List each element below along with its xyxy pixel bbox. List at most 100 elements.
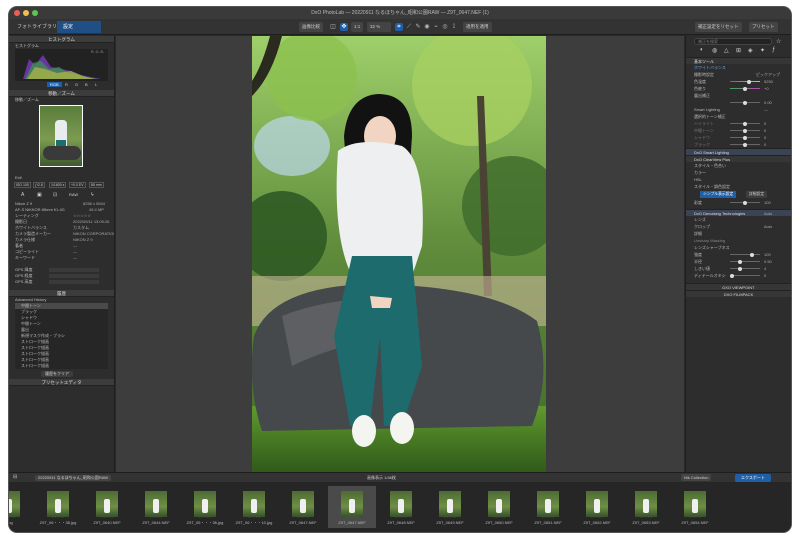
filter-icon[interactable]: ⊟: [13, 474, 17, 480]
preset-editor-header[interactable]: プリセットエディタ: [9, 379, 114, 386]
histo-tab-g[interactable]: G: [75, 82, 78, 87]
star-icon[interactable]: ☆: [776, 38, 781, 45]
smart-lighting-header[interactable]: DxO Smart Lighting: [686, 148, 791, 155]
clear-history-button[interactable]: 履歴をクリア: [41, 371, 73, 377]
histo-tab-r[interactable]: R: [65, 82, 68, 87]
temperature-slider[interactable]: [730, 79, 760, 84]
thumbnail-rating[interactable]: ☆☆☆☆☆: [573, 515, 621, 519]
temperature-value[interactable]: 5250: [764, 78, 773, 85]
film-thumbnail[interactable]: ☆☆☆☆☆ Z9T_0651.NEF: [524, 486, 572, 528]
straighten-icon[interactable]: ⟋: [405, 23, 413, 31]
tone-value[interactable]: 0: [764, 127, 766, 134]
fx-tab-icon[interactable]: ƒ: [772, 47, 775, 53]
thumbnail-rating[interactable]: ☆☆☆☆☆: [524, 515, 572, 519]
reset-settings-button[interactable]: 補正設定をリセット: [695, 22, 742, 32]
sharpness-value[interactable]: 100: [764, 251, 771, 258]
saturation-value[interactable]: 100: [764, 199, 771, 206]
split-view-icon[interactable]: ◫: [329, 23, 337, 31]
local-adjust-icon[interactable]: ◉: [423, 23, 431, 31]
film-thumbnail[interactable]: ☆☆☆☆☆ Z9T_0647.NEF: [279, 486, 327, 528]
lens-header[interactable]: レンズ: [686, 216, 791, 223]
tone-value[interactable]: 0: [764, 134, 766, 141]
crop-tool-icon[interactable]: ⌗: [395, 23, 403, 31]
film-thumbnail[interactable]: ☆☆☆☆☆ Z9T_0652.NEF: [573, 486, 621, 528]
sharpness-slider[interactable]: [730, 259, 760, 264]
light-tab-icon[interactable]: ◐: [700, 47, 704, 53]
histo-tab-b[interactable]: B: [85, 82, 88, 87]
histo-tab-l[interactable]: L: [95, 82, 97, 87]
clearview-header[interactable]: DxO ClearView Plus: [686, 155, 791, 162]
filmlook-header[interactable]: スタイル・調色設定: [686, 183, 791, 190]
film-thumbnail[interactable]: ☆☆☆☆☆ Z9T_0653.NEF: [622, 486, 670, 528]
eyedropper-icon[interactable]: ⟟: [450, 23, 458, 31]
simple-mode-button[interactable]: シンプル表示設定: [700, 191, 737, 198]
effects-tab-icon[interactable]: ✦: [760, 47, 765, 54]
film-thumbnail[interactable]: ☆☆☆☆☆ Z9T_0654.NEF: [671, 486, 719, 528]
gps-field[interactable]: [49, 274, 99, 278]
folder-selector[interactable]: 20220911 なるほちゃん_昭和公園RAW: [35, 475, 112, 481]
color-tab-icon[interactable]: ◍: [712, 47, 717, 54]
fit-button[interactable]: 1:1: [351, 22, 364, 32]
film-thumbnail[interactable]: ☆☆☆☆☆ Z9T_0644.NEF: [132, 486, 180, 528]
tool-search-input[interactable]: [694, 38, 772, 45]
unsharp-header[interactable]: Unsharp Masking: [686, 237, 791, 244]
thumbnail-rating[interactable]: ☆☆☆☆☆: [622, 515, 670, 519]
navigator-panel-header[interactable]: 移動／ズーム: [9, 90, 114, 97]
thumbnail-rating[interactable]: ☆☆☆☆☆: [671, 515, 719, 519]
tone-slider[interactable]: [730, 142, 760, 147]
zoom-window-button[interactable]: [32, 10, 38, 16]
film-thumbnail[interactable]: ☆☆☆☆☆ Z9T_0640.NEF: [83, 486, 131, 528]
thumbnail-rating[interactable]: ☆☆☆☆☆: [377, 515, 425, 519]
move-tool-icon[interactable]: ✥: [340, 23, 348, 31]
thumbnail-rating[interactable]: ☆☆☆☆☆: [328, 515, 376, 519]
gps-field[interactable]: [49, 268, 99, 272]
gps-field[interactable]: [49, 280, 99, 284]
repair-icon[interactable]: ✎: [414, 23, 422, 31]
white-balance-header[interactable]: ホワイトバランス: [686, 64, 791, 71]
sharpness-value[interactable]: 4: [764, 265, 766, 272]
thumbnail-rating[interactable]: ☆☆☆☆☆: [279, 515, 327, 519]
tint-value[interactable]: +0: [764, 85, 769, 92]
thumbnail-rating[interactable]: ☆☆☆☆☆: [9, 515, 33, 519]
image-viewer[interactable]: [116, 36, 684, 472]
presets-button[interactable]: プリセット: [749, 22, 778, 32]
exposure-value[interactable]: 0.00: [764, 99, 772, 106]
eye-icon[interactable]: ◎: [441, 23, 449, 31]
detail-tab-icon[interactable]: △: [724, 47, 729, 54]
film-thumbnail[interactable]: ☆☆☆☆☆ Z9T_06・・・38.jpg: [34, 486, 82, 528]
saturation-slider[interactable]: [730, 200, 760, 205]
lens-sharpness-header[interactable]: レンズシャープネス: [686, 244, 791, 251]
film-thumbnail[interactable]: ☆☆☆☆☆ Z9T_0649.NEF: [426, 486, 474, 528]
zoom-select[interactable]: 32 %: [367, 22, 391, 32]
tab-photolibrary[interactable]: フォトライブラリ: [11, 21, 63, 33]
thumbnail-rating[interactable]: ☆☆☆☆☆: [132, 515, 180, 519]
thumbnail-rating[interactable]: ☆☆☆☆☆: [475, 515, 523, 519]
exposure-header[interactable]: 露出補正: [686, 92, 791, 99]
tone-slider[interactable]: [730, 135, 760, 140]
denoising-header[interactable]: DxO Denoising Technologies Auto: [686, 209, 791, 216]
thumbnail-rating[interactable]: ☆☆☆☆☆: [181, 515, 229, 519]
viewpoint-header[interactable]: DXO VIEWPOINT: [686, 283, 791, 290]
film-thumbnail[interactable]: ☆☆☆☆☆ Z9T_0648.NEF: [377, 486, 425, 528]
advanced-mode-button[interactable]: 詳細設定: [746, 191, 768, 198]
style-header[interactable]: スタイル・色合い: [686, 162, 791, 169]
film-thumbnail[interactable]: ☆☆☆☆☆ Z9T_06・・・10.jpg: [230, 486, 278, 528]
wb-preset-select[interactable]: 撮影時設定: [694, 72, 714, 77]
filmpack-header[interactable]: DXO FILMPACK: [686, 290, 791, 297]
tone-slider[interactable]: [730, 128, 760, 133]
navigator-thumbnail[interactable]: [39, 105, 83, 167]
histogram-panel-header[interactable]: ヒストグラム: [9, 36, 114, 43]
local-tab-icon[interactable]: ◈: [748, 47, 753, 54]
histo-tab-rgb[interactable]: RGB: [47, 82, 62, 87]
film-thumbnail[interactable]: ☆☆☆☆☆_jpg: [9, 486, 33, 528]
film-thumbnail[interactable]: ☆☆☆☆☆ Z9T_0650.NEF: [475, 486, 523, 528]
minimize-window-button[interactable]: [23, 10, 29, 16]
export-button[interactable]: エクスポート: [735, 474, 771, 482]
film-thumbnail[interactable]: ☆☆☆☆☆ Z9T_0647.NEF: [328, 486, 376, 528]
main-photo[interactable]: [252, 36, 546, 472]
thumbnail-rating[interactable]: ☆☆☆☆☆: [34, 515, 82, 519]
detail-header[interactable]: 詳細: [686, 230, 791, 237]
tone-slider[interactable]: [730, 121, 760, 126]
tab-customize[interactable]: 設定: [57, 21, 101, 33]
basic-tools-header[interactable]: 基本ツール: [686, 57, 791, 64]
